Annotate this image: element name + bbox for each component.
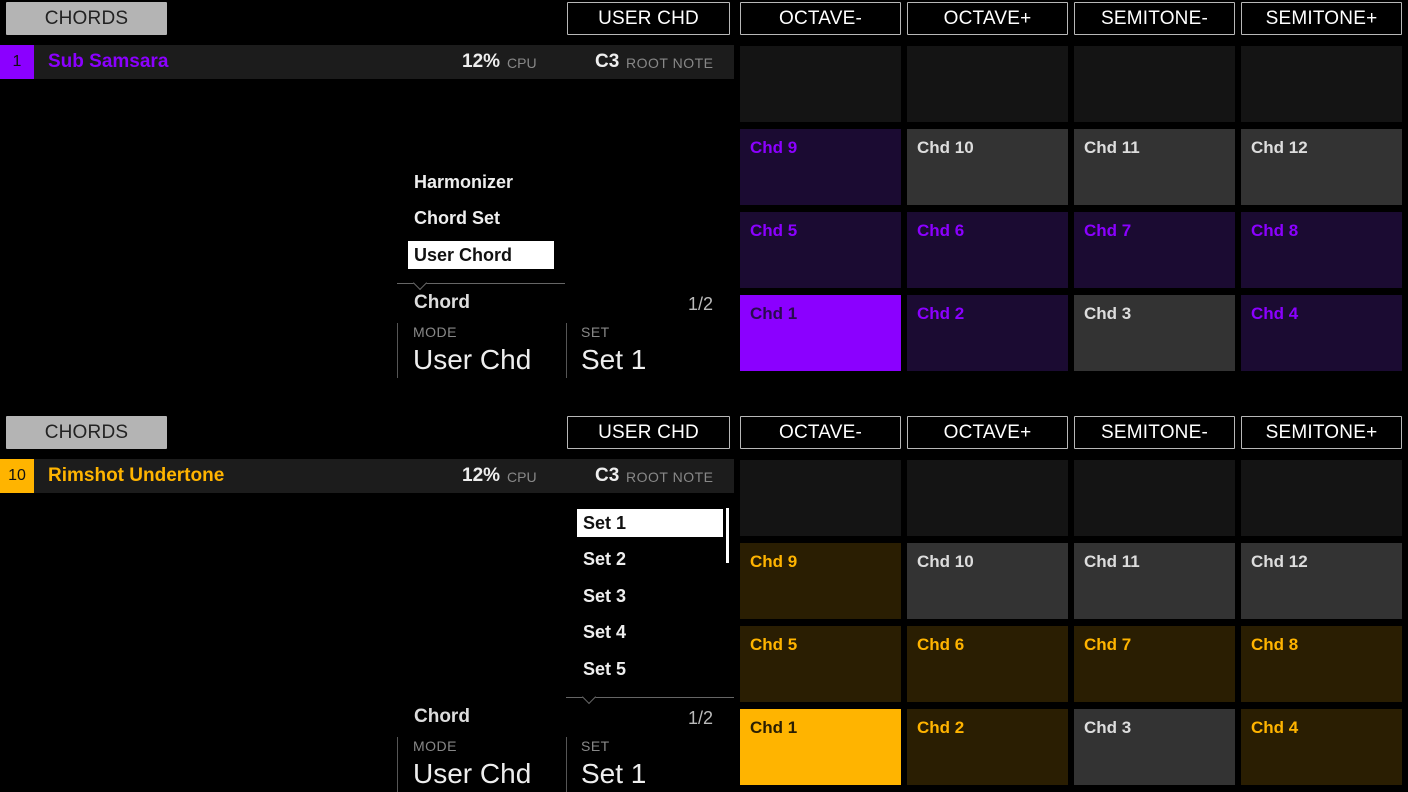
menu-item-set-1[interactable]: Set 1 xyxy=(577,509,723,537)
cpu-label: CPU xyxy=(507,55,537,71)
param-separator xyxy=(566,737,567,792)
octave-plus-button[interactable]: OCTAVE+ xyxy=(907,416,1068,449)
pad-chd-7[interactable]: Chd 7 xyxy=(1074,212,1235,288)
instrument-name: Sub Samsara xyxy=(48,51,169,72)
pad-empty[interactable] xyxy=(907,460,1068,536)
pad-chd-10[interactable]: Chd 10 xyxy=(907,129,1068,205)
instrument-info-bar: 10 Rimshot Undertone 12% CPU C3 ROOT NOT… xyxy=(0,459,734,493)
menu-item-set-5[interactable]: Set 5 xyxy=(577,655,723,683)
pad-chd-4[interactable]: Chd 4 xyxy=(1241,295,1402,371)
semitone-minus-button[interactable]: SEMITONE- xyxy=(1074,2,1235,35)
pad-chd-1[interactable]: Chd 1 xyxy=(740,709,901,785)
pad-chd-3[interactable]: Chd 3 xyxy=(1074,295,1235,371)
cpu-value: 12% xyxy=(462,465,501,486)
pad-chd-11[interactable]: Chd 11 xyxy=(1074,543,1235,619)
pad-chd-6[interactable]: Chd 6 xyxy=(907,212,1068,288)
pad-chd-12[interactable]: Chd 12 xyxy=(1241,543,1402,619)
menu-item-set-4[interactable]: Set 4 xyxy=(577,618,723,646)
param-page-indicator: 1/2 xyxy=(688,294,714,314)
pad-empty[interactable] xyxy=(740,46,901,122)
pad-chd-2[interactable]: Chd 2 xyxy=(907,295,1068,371)
root-note-value: C3 xyxy=(595,51,620,72)
octave-plus-button[interactable]: OCTAVE+ xyxy=(907,2,1068,35)
menu-item-set-2[interactable]: Set 2 xyxy=(577,545,723,573)
param-separator xyxy=(566,323,567,378)
pad-chd-7[interactable]: Chd 7 xyxy=(1074,626,1235,702)
pad-chd-5[interactable]: Chd 5 xyxy=(740,626,901,702)
param-section-label: Chord xyxy=(414,706,470,727)
pad-chd-3[interactable]: Chd 3 xyxy=(1074,709,1235,785)
menu-pointer-icon xyxy=(581,689,597,705)
set-value[interactable]: Set 1 xyxy=(581,758,646,790)
param-separator xyxy=(397,737,398,792)
pad-chd-5[interactable]: Chd 5 xyxy=(740,212,901,288)
chords-button[interactable]: CHORDS xyxy=(6,2,167,35)
pad-empty[interactable] xyxy=(907,46,1068,122)
user-chd-button[interactable]: USER CHD xyxy=(567,2,730,35)
menu-item-harmonizer[interactable]: Harmonizer xyxy=(408,168,554,196)
pad-chd-12[interactable]: Chd 12 xyxy=(1241,129,1402,205)
mode-label: MODE xyxy=(413,738,457,754)
param-section-label: Chord xyxy=(414,292,470,313)
semitone-plus-button[interactable]: SEMITONE+ xyxy=(1241,2,1402,35)
top-panel: CHORDS USER CHD OCTAVE- OCTAVE+ SEMITONE… xyxy=(0,0,1408,396)
pad-chd-6[interactable]: Chd 6 xyxy=(907,626,1068,702)
user-chd-button[interactable]: USER CHD xyxy=(567,416,730,449)
set-label: SET xyxy=(581,324,610,340)
pad-empty[interactable] xyxy=(1074,46,1235,122)
mode-value[interactable]: User Chd xyxy=(413,758,531,790)
menu-item-chord-set[interactable]: Chord Set xyxy=(408,204,554,232)
mode-value[interactable]: User Chd xyxy=(413,344,531,376)
group-number: 1 xyxy=(0,45,34,79)
pad-chd-11[interactable]: Chd 11 xyxy=(1074,129,1235,205)
semitone-minus-button[interactable]: SEMITONE- xyxy=(1074,416,1235,449)
cpu-value: 12% xyxy=(462,51,501,72)
octave-minus-button[interactable]: OCTAVE- xyxy=(740,416,901,449)
pad-chd-8[interactable]: Chd 8 xyxy=(1241,212,1402,288)
pad-empty[interactable] xyxy=(740,460,901,536)
instrument-info-bar: 1 Sub Samsara 12% CPU C3 ROOT NOTE xyxy=(0,45,734,79)
pad-empty[interactable] xyxy=(1241,46,1402,122)
menu-pointer-icon xyxy=(412,275,428,291)
pad-chd-8[interactable]: Chd 8 xyxy=(1241,626,1402,702)
root-note-label: ROOT NOTE xyxy=(626,469,714,485)
set-value[interactable]: Set 1 xyxy=(581,344,646,376)
pad-empty[interactable] xyxy=(1074,460,1235,536)
param-page-indicator: 1/2 xyxy=(688,708,714,728)
octave-minus-button[interactable]: OCTAVE- xyxy=(740,2,901,35)
bottom-panel: CHORDS USER CHD OCTAVE- OCTAVE+ SEMITONE… xyxy=(0,414,1408,792)
pad-chd-10[interactable]: Chd 10 xyxy=(907,543,1068,619)
chords-button[interactable]: CHORDS xyxy=(6,416,167,449)
pad-chd-2[interactable]: Chd 2 xyxy=(907,709,1068,785)
root-note-label: ROOT NOTE xyxy=(626,55,714,71)
instrument-name: Rimshot Undertone xyxy=(48,465,225,486)
pad-chd-1[interactable]: Chd 1 xyxy=(740,295,901,371)
pad-chd-9[interactable]: Chd 9 xyxy=(740,129,901,205)
menu-item-user-chord[interactable]: User Chord xyxy=(408,241,554,269)
param-separator xyxy=(397,323,398,378)
root-note-value: C3 xyxy=(595,465,620,486)
set-label: SET xyxy=(581,738,610,754)
semitone-plus-button[interactable]: SEMITONE+ xyxy=(1241,416,1402,449)
cpu-label: CPU xyxy=(507,469,537,485)
pad-empty[interactable] xyxy=(1241,460,1402,536)
group-number: 10 xyxy=(0,459,34,493)
mode-label: MODE xyxy=(413,324,457,340)
menu-item-set-3[interactable]: Set 3 xyxy=(577,582,723,610)
pad-chd-9[interactable]: Chd 9 xyxy=(740,543,901,619)
pad-chd-4[interactable]: Chd 4 xyxy=(1241,709,1402,785)
menu-scrollbar[interactable] xyxy=(726,508,729,563)
